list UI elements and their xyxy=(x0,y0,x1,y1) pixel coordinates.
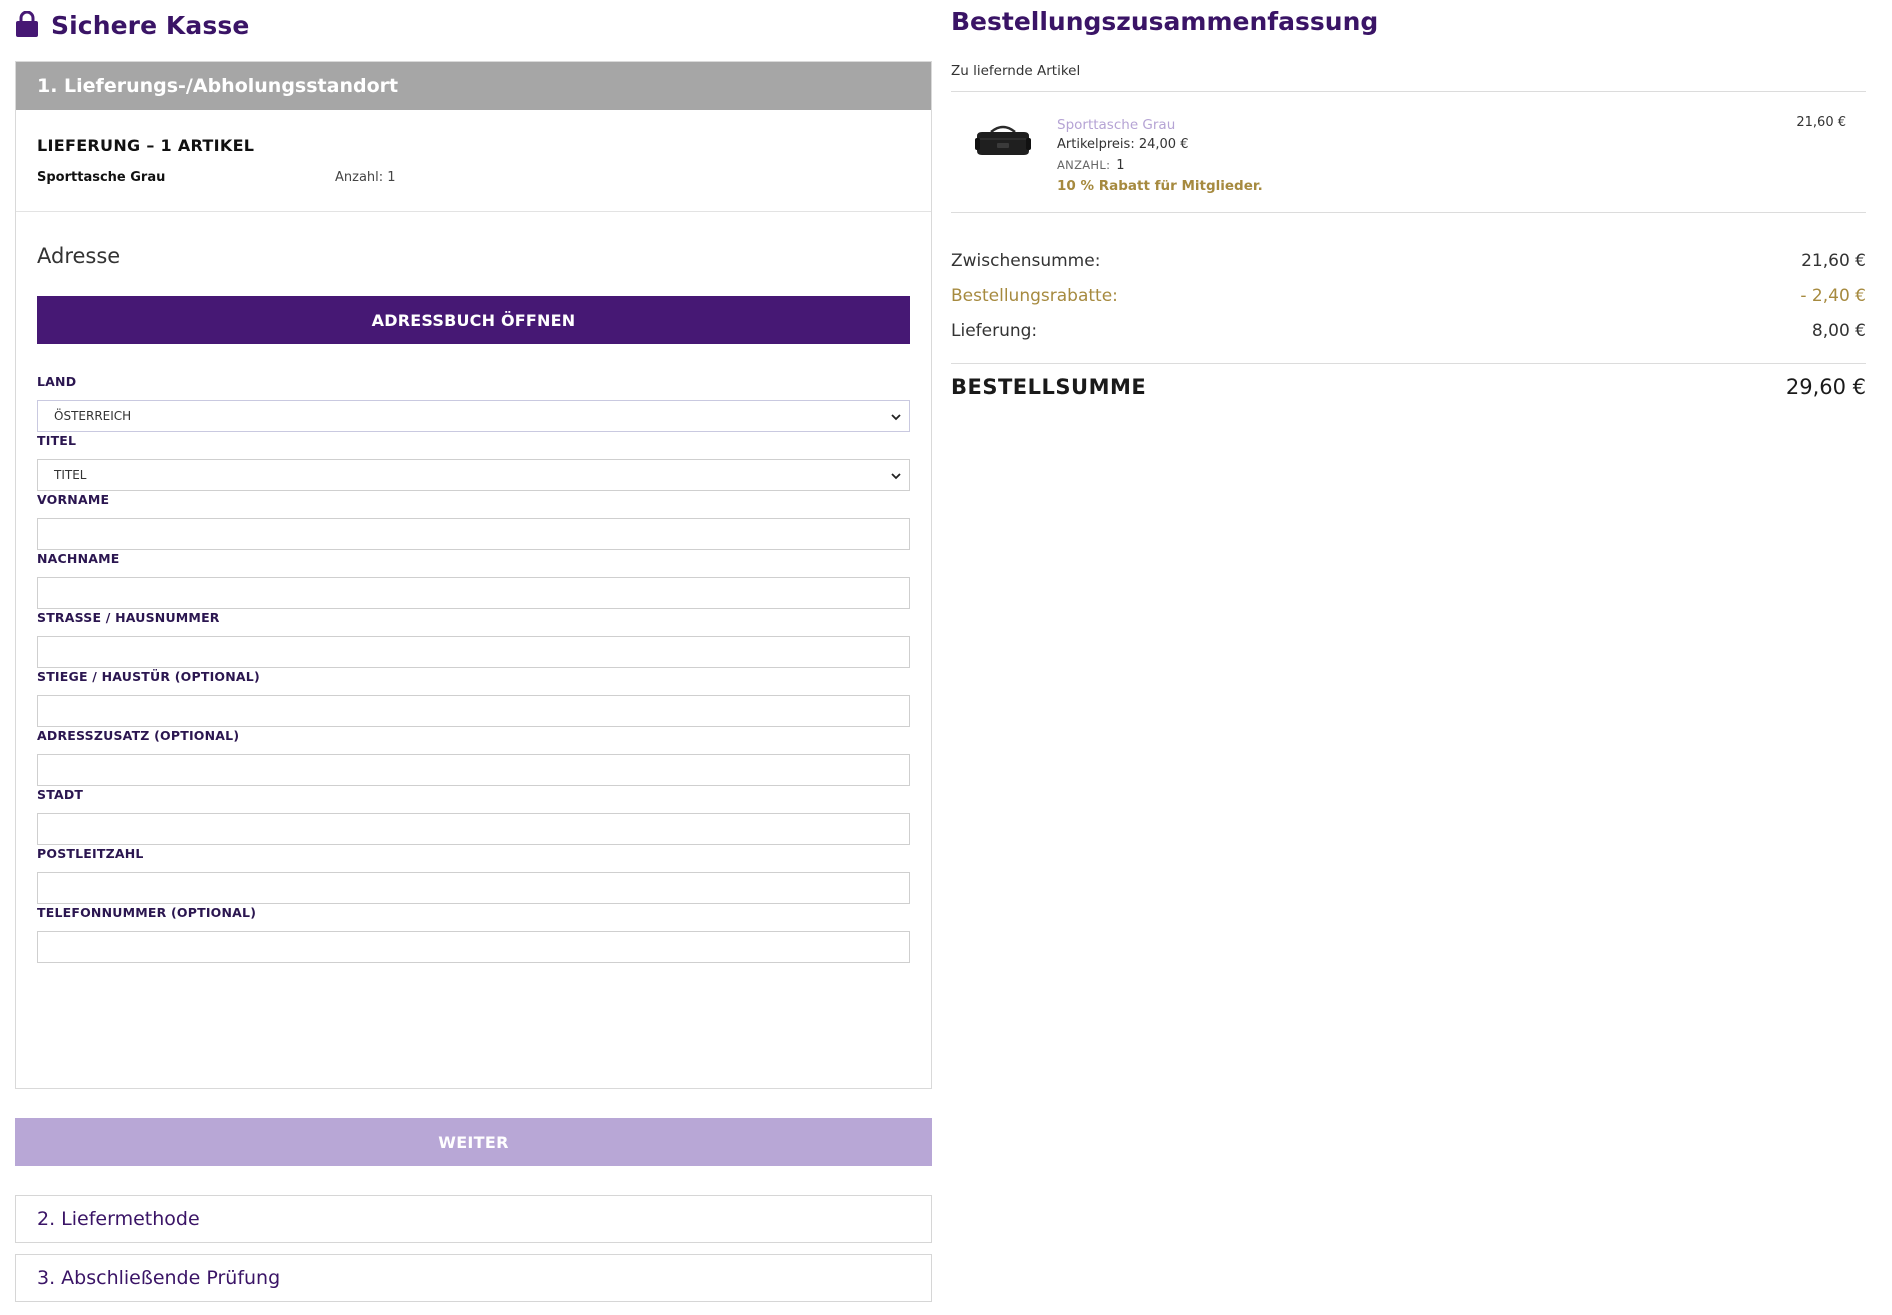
product-thumbnail[interactable] xyxy=(973,120,1033,160)
city-field: STADT xyxy=(37,787,910,845)
divider xyxy=(951,212,1866,213)
title-field: TITEL TITEL xyxy=(37,433,910,491)
order-discount-row: Bestellungsrabatte: - 2,40 € xyxy=(951,278,1866,313)
step-3-final-review[interactable]: 3. Abschließende Prüfung xyxy=(15,1254,932,1302)
city-input[interactable] xyxy=(37,813,910,845)
step-1-header[interactable]: 1. Lieferungs-/Abholungsstandort xyxy=(16,62,931,110)
chevron-down-icon xyxy=(891,414,901,421)
stair-field: STIEGE / HAUSTÜR (OPTIONAL) xyxy=(37,669,910,727)
item-price-label: Artikelpreis: xyxy=(1057,137,1135,152)
lastname-input[interactable] xyxy=(37,577,910,609)
line-item-info: Sporttasche Grau Artikelpreis: 24,00 € A… xyxy=(1057,115,1263,196)
lastname-field: NACHNAME xyxy=(37,551,910,609)
stair-input[interactable] xyxy=(37,695,910,727)
product-name-link[interactable]: Sporttasche Grau xyxy=(1057,115,1263,135)
street-field: STRASSE / HAUSNUMMER xyxy=(37,610,910,668)
subtotal-label: Zwischensumme: xyxy=(951,250,1101,271)
item-qty-value: 1 xyxy=(1116,158,1125,173)
step-delivery-location: 1. Lieferungs-/Abholungsstandort LIEFERU… xyxy=(15,61,932,1089)
shipping-label: Lieferung: xyxy=(951,320,1038,341)
street-label: STRASSE / HAUSNUMMER xyxy=(37,610,220,625)
phone-label: TELEFONNUMMER (OPTIONAL) xyxy=(37,905,257,920)
order-total-value: 29,60 € xyxy=(1785,375,1866,399)
firstname-field: VORNAME xyxy=(37,492,910,550)
page-title: Sichere Kasse xyxy=(15,8,249,42)
phone-field: TELEFONNUMMER (OPTIONAL) xyxy=(37,905,910,963)
order-total-row: BESTELLSUMME 29,60 € xyxy=(951,375,1866,399)
item-qty-line: ANZAHL: 1 xyxy=(1057,155,1263,176)
open-address-book-button[interactable]: ADRESSBUCH ÖFFNEN xyxy=(37,296,910,344)
divider xyxy=(951,363,1866,364)
shipping-row: Lieferung: 8,00 € xyxy=(951,313,1866,348)
delivery-item-qty: Anzahl: 1 xyxy=(335,170,396,185)
totals-block: Zwischensumme: 21,60 € Bestellungsrabatt… xyxy=(951,243,1866,348)
title-select[interactable]: TITEL xyxy=(37,459,910,491)
delivery-item-row: Sporttasche Grau Anzahl: 1 xyxy=(37,170,910,185)
member-discount-note: 10 % Rabatt für Mitglieder. xyxy=(1057,178,1263,194)
country-select[interactable]: ÖSTERREICH xyxy=(37,400,910,432)
delivery-item-name: Sporttasche Grau xyxy=(37,170,166,185)
divider xyxy=(16,211,931,212)
zip-field: POSTLEITZAHL xyxy=(37,846,910,904)
firstname-label: VORNAME xyxy=(37,492,110,507)
chevron-down-icon xyxy=(891,473,901,480)
lock-icon xyxy=(16,11,38,37)
country-select-value: ÖSTERREICH xyxy=(54,409,132,423)
item-qty-label: ANZAHL: xyxy=(1057,158,1111,172)
order-total-label: BESTELLSUMME xyxy=(951,375,1147,399)
address-addition-input[interactable] xyxy=(37,754,910,786)
country-field: LAND ÖSTERREICH xyxy=(37,374,910,432)
country-label: LAND xyxy=(37,374,77,389)
firstname-input[interactable] xyxy=(37,518,910,550)
subtotal-row: Zwischensumme: 21,60 € xyxy=(951,243,1866,278)
page-title-text: Sichere Kasse xyxy=(51,10,250,40)
address-addition-field: ADRESSZUSATZ (OPTIONAL) xyxy=(37,728,910,786)
address-addition-label: ADRESSZUSATZ (OPTIONAL) xyxy=(37,728,240,743)
stair-label: STIEGE / HAUSTÜR (OPTIONAL) xyxy=(37,669,260,684)
title-label: TITEL xyxy=(37,433,77,448)
lastname-label: NACHNAME xyxy=(37,551,120,566)
address-heading: Adresse xyxy=(37,244,121,268)
zip-label: POSTLEITZAHL xyxy=(37,846,144,861)
item-price-line: Artikelpreis: 24,00 € xyxy=(1057,135,1263,155)
continue-button[interactable]: WEITER xyxy=(15,1118,932,1166)
summary-title: Bestellungszusammenfassung xyxy=(951,7,1379,36)
item-price-value: 24,00 € xyxy=(1138,137,1189,152)
order-discount-value: - 2,40 € xyxy=(1800,285,1866,306)
order-discount-label: Bestellungsrabatte: xyxy=(951,285,1118,306)
street-input[interactable] xyxy=(37,636,910,668)
shipping-value: 8,00 € xyxy=(1811,320,1866,341)
line-item-total: 21,60 € xyxy=(1796,115,1846,130)
phone-input[interactable] xyxy=(37,931,910,963)
step-2-shipping-method[interactable]: 2. Liefermethode xyxy=(15,1195,932,1243)
zip-input[interactable] xyxy=(37,872,910,904)
title-select-value: TITEL xyxy=(54,468,87,482)
summary-line-item: Sporttasche Grau Artikelpreis: 24,00 € A… xyxy=(951,92,1866,212)
delivery-title: LIEFERUNG – 1 ARTIKEL xyxy=(37,136,255,155)
city-label: STADT xyxy=(37,787,84,802)
items-to-deliver-label: Zu liefernde Artikel xyxy=(951,63,1081,79)
delivery-summary: LIEFERUNG – 1 ARTIKEL Sporttasche Grau A… xyxy=(37,136,910,185)
subtotal-value: 21,60 € xyxy=(1801,250,1866,271)
